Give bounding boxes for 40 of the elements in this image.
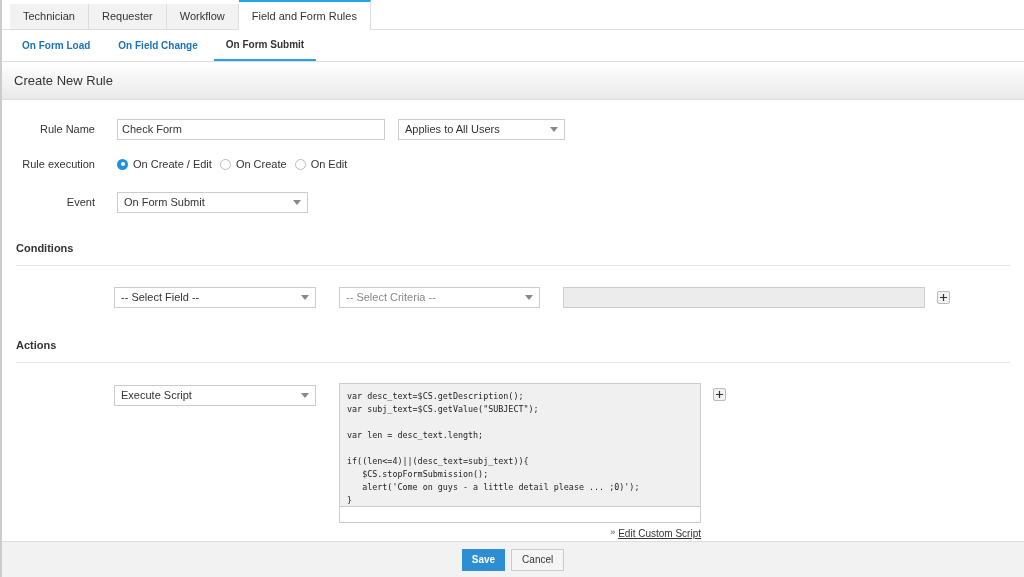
rule-name-input[interactable]: Check Form — [117, 119, 385, 140]
field-label: Event — [65, 194, 95, 210]
scope-dropdown[interactable]: Applies to All Users — [398, 119, 565, 140]
caret-icon — [301, 294, 309, 300]
criteria-dropdown[interactable]: -- Select Criteria -- — [339, 286, 540, 308]
tab[interactable]: Technician — [10, 4, 89, 29]
caret-icon — [301, 392, 309, 398]
save-button[interactable]: Save — [461, 548, 506, 571]
add-button[interactable] — [713, 387, 726, 401]
radio-label: On Edit — [310, 157, 348, 172]
plus-icon — [716, 390, 723, 398]
value-input[interactable] — [563, 286, 925, 308]
radio-label: On Create — [235, 157, 287, 172]
add-button[interactable] — [937, 290, 950, 304]
script-editor[interactable] — [339, 382, 701, 523]
cancel-button[interactable]: Cancel — [511, 548, 565, 571]
tab[interactable]: Field and Form Rules — [238, 0, 371, 30]
caret-icon — [525, 294, 533, 300]
field-label: Rule Name — [38, 122, 95, 138]
caret-icon — [293, 199, 301, 205]
subtab[interactable]: On Field Change — [106, 30, 210, 61]
caret-icon — [550, 127, 558, 132]
panel-title: Create New Rule — [14, 71, 113, 90]
radio-button[interactable] — [219, 158, 231, 170]
section-title: Actions — [16, 338, 57, 351]
tab[interactable]: Requester — [89, 4, 167, 29]
radio-label: On Create / Edit — [133, 157, 212, 172]
subtab[interactable]: On Form Load — [10, 30, 103, 61]
radio-button[interactable] — [294, 158, 306, 170]
link-prefix: » — [610, 526, 616, 540]
tab[interactable]: Workflow — [166, 4, 239, 29]
section-title: Conditions — [16, 241, 74, 254]
action-dropdown[interactable]: Execute Script — [114, 384, 316, 406]
script-code: var desc_text=$CS.getDescription(); var subj_text=$CS.getValue("SUBJECT"); var len = desc_text.length; if((len<=4)||(desc_text=subj_text)){ $CS.stopFormSubmission(); alert('Come on guys - a little detail please ... ;0)'); } — [346, 389, 641, 506]
field-label: Rule execution — [21, 157, 95, 172]
plus-icon — [940, 293, 947, 301]
radio-button[interactable] — [117, 158, 128, 170]
event-dropdown[interactable]: On Form Submit — [117, 191, 308, 213]
edit-script-link[interactable]: Edit Custom Script — [618, 525, 701, 541]
field-dropdown[interactable]: -- Select Field -- — [114, 286, 316, 308]
